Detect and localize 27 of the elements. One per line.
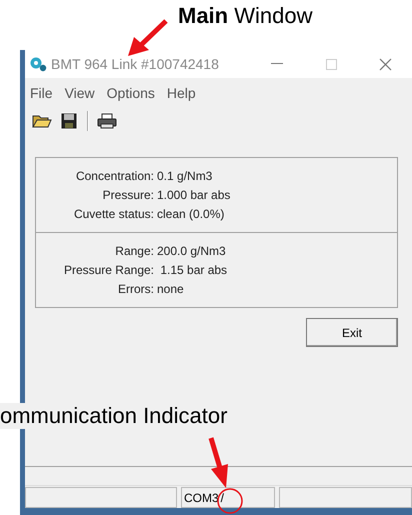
menu-item[interactable]: Options [106, 85, 155, 101]
port-label: COM3 [184, 490, 219, 504]
field-value: 1.000 bar abs [157, 187, 232, 204]
field-value: 0.1 g/Nm3 [157, 168, 214, 185]
activity-indicator: / [220, 490, 224, 504]
annotation-label: ommunication Indicator [0, 403, 228, 429]
menu-item[interactable]: View [64, 85, 95, 101]
field-value: 1.15 bar abs [159, 262, 228, 279]
field-value: none [157, 281, 185, 298]
menu-item[interactable]: File [30, 85, 53, 101]
annotation-arrow [208, 437, 228, 488]
window-title: BMT 964 Link #100742418 [51, 56, 219, 72]
annotation-label: Main Window [178, 3, 312, 29]
highlight-circle [217, 488, 243, 514]
field-label: Pressure Range: [62, 262, 154, 279]
field-label: Range: [114, 243, 154, 260]
field-label: Pressure: [102, 187, 154, 204]
annotation-arrow [128, 19, 168, 56]
minimize-icon[interactable] [271, 63, 283, 65]
menu-item[interactable]: Help [166, 85, 196, 101]
close-icon[interactable] [378, 58, 392, 70]
field-label: Cuvette status: [72, 206, 154, 223]
exit-button[interactable]: Exit [306, 318, 398, 347]
field-value: 200.0 g/Nm3 [157, 243, 227, 260]
field-label: Concentration: [74, 168, 154, 185]
field-label: Errors: [117, 281, 154, 298]
field-value: clean (0.0%) [157, 206, 226, 223]
